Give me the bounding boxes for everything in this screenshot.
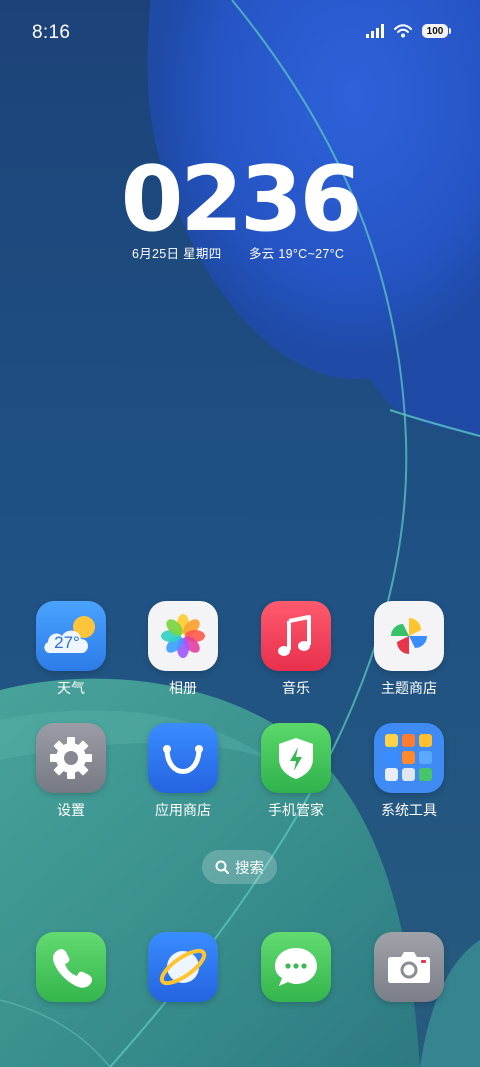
app-weather[interactable]: 27° 天气: [15, 601, 127, 697]
app-theme-store[interactable]: 主题商店: [353, 601, 465, 697]
signal-icon: [366, 24, 384, 38]
dock-camera[interactable]: [353, 932, 465, 1002]
settings-icon: [36, 723, 106, 793]
app-system-tools-folder[interactable]: 系统工具: [353, 723, 465, 819]
app-label: 系统工具: [381, 802, 437, 818]
music-icon: [261, 601, 331, 671]
search-icon: [215, 860, 229, 874]
clock-weather[interactable]: 多云 19°C~27°C: [249, 243, 344, 262]
app-phone-manager[interactable]: 手机管家: [240, 723, 352, 819]
app-label: 设置: [57, 802, 85, 818]
app-label: 主题商店: [381, 680, 437, 696]
app-label: 天气: [57, 680, 85, 696]
weather-icon: 27°: [36, 601, 106, 671]
search-button[interactable]: 搜索: [202, 850, 277, 884]
clock-date[interactable]: 6月25日 星期四: [132, 243, 222, 262]
browser-icon: [148, 932, 218, 1002]
app-label: 音乐: [282, 680, 310, 696]
app-app-store[interactable]: 应用商店: [127, 723, 239, 819]
phone-icon: [36, 932, 106, 1002]
app-music[interactable]: 音乐: [240, 601, 352, 697]
status-time: 8:16: [32, 22, 71, 43]
theme-store-icon: [374, 601, 444, 671]
dock-browser[interactable]: [127, 932, 239, 1002]
app-label: 应用商店: [155, 802, 211, 818]
phone-manager-icon: [261, 723, 331, 793]
battery-level: 100: [426, 25, 444, 37]
app-label: 手机管家: [268, 802, 324, 818]
app-photos[interactable]: 相册: [127, 601, 239, 697]
photos-icon: [148, 601, 218, 671]
dock-messages[interactable]: [240, 932, 352, 1002]
app-label: 相册: [169, 680, 197, 696]
search-label: 搜索: [235, 860, 264, 877]
app-settings[interactable]: 设置: [15, 723, 127, 819]
camera-icon: [374, 932, 444, 1002]
status-bar: 8:16 100: [0, 0, 480, 70]
app-store-icon: [148, 723, 218, 793]
clock-time[interactable]: 0236: [0, 155, 480, 245]
weather-icon-temp: 27°: [54, 633, 80, 652]
system-tools-folder-icon: [374, 723, 444, 793]
wifi-icon: [394, 24, 412, 38]
battery-icon: 100: [422, 24, 451, 38]
messages-icon: [261, 932, 331, 1002]
status-icons: 100: [366, 24, 451, 38]
dock-phone[interactable]: [15, 932, 127, 1002]
